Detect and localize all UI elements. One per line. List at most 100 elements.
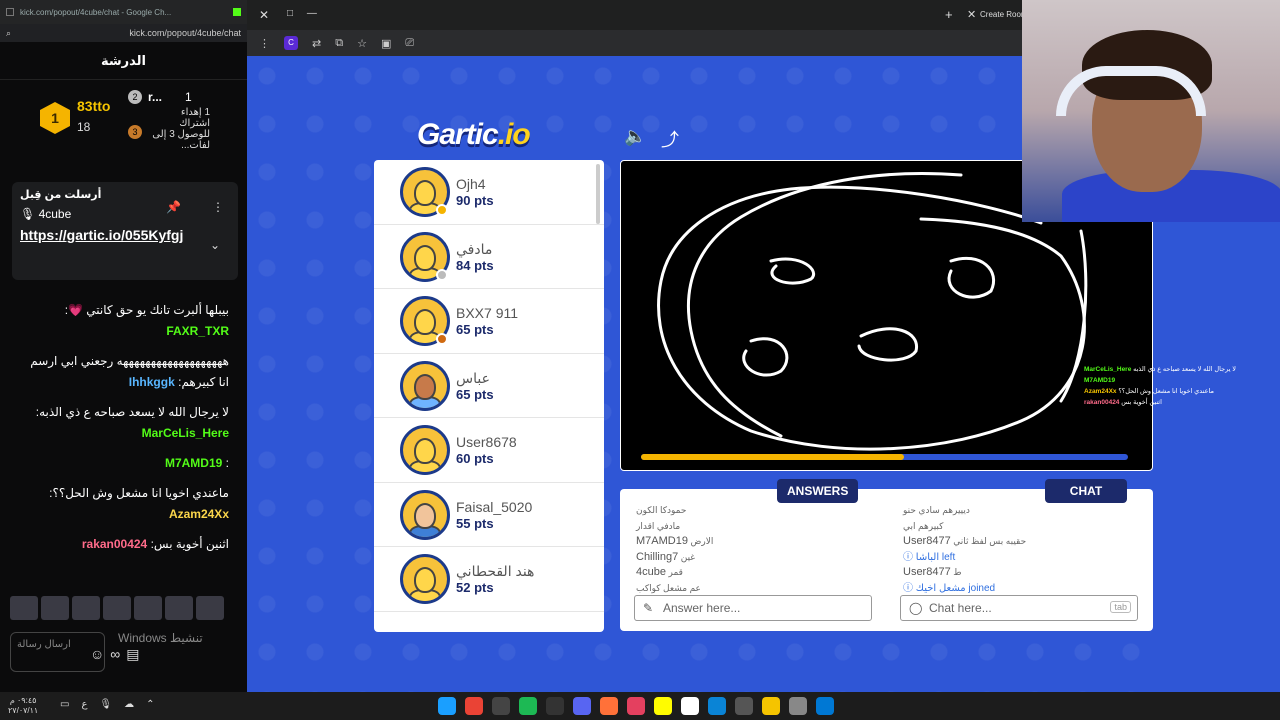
- chat-username[interactable]: M7AMD19: [165, 456, 222, 470]
- folder-icon[interactable]: [762, 697, 780, 715]
- pin-icon[interactable]: 📌: [166, 200, 181, 214]
- chat-username[interactable]: Ihhkggk: [129, 375, 175, 389]
- players-list: Ojh4 90 pts مادفي 84 pts BXX7 911 65 pts عباس 6…: [374, 160, 604, 632]
- bookmark-icon[interactable]: ☆: [357, 37, 367, 50]
- emoji-icon[interactable]: ☺: [90, 646, 104, 663]
- pinned-message: أرسلت من قِبل 🎙 4cube https://gartic.io/…: [12, 182, 238, 280]
- overlay-user: Azam24Xx: [1084, 388, 1117, 395]
- close-icon[interactable]: ✕: [259, 8, 269, 22]
- tab-chat[interactable]: CHAT: [1045, 479, 1127, 503]
- leader-second-name[interactable]: r...: [148, 90, 162, 104]
- avatar-face: [414, 502, 436, 529]
- player-row[interactable]: هند القحطاني 52 pts: [374, 547, 604, 612]
- gold-medal-icon: 1: [40, 102, 70, 134]
- tab-answers[interactable]: ANSWERS: [777, 479, 859, 503]
- chat-input[interactable]: ◯ Chat here... tab: [900, 595, 1138, 621]
- chat-placeholder: Chat here...: [929, 601, 992, 615]
- more-icon[interactable]: ⋮: [212, 200, 224, 214]
- kick-address-bar[interactable]: ⌕ kick.com/popout/4cube/chat: [0, 24, 247, 42]
- stream-chat-overlay: MarCeLis_Here لا يرجال الله لا يسعد صباح…: [1084, 364, 1236, 408]
- snapchat-icon[interactable]: [654, 697, 672, 715]
- answer-input[interactable]: ✎ Answer here...: [634, 595, 872, 621]
- customize-icon[interactable]: ⇄: [312, 37, 321, 50]
- obs-icon[interactable]: [492, 697, 510, 715]
- answer-placeholder: Answer here...: [663, 601, 741, 615]
- kick-favicon-icon: [233, 8, 241, 16]
- mic-icon[interactable]: 🎙: [99, 699, 112, 710]
- chat-username[interactable]: MarCeLis_Here: [142, 426, 229, 440]
- overlay-line: MarCeLis_Here لا يرجال الله لا يسعد صباح…: [1084, 364, 1236, 375]
- screenshot-icon[interactable]: ⎚: [405, 37, 414, 50]
- tab-create-room[interactable]: Create Room: [980, 10, 1028, 19]
- chat-line: User8477 حقيبه بس لفظ ثاني: [903, 534, 1133, 550]
- window-controls[interactable]: □ —: [287, 8, 317, 19]
- menu-icon[interactable]: ⋮: [259, 37, 270, 50]
- avatar-face: [414, 567, 436, 593]
- kick-message-list: بيبلها ألبرت تانك يو حق كانتي 💗: FAXR_TX…: [0, 300, 247, 564]
- window-minimize-icon[interactable]: [6, 8, 14, 16]
- avatar-face: [414, 373, 436, 400]
- pinned-link[interactable]: https://gartic.io/055Kyfgj: [20, 225, 195, 245]
- player-status-dot: [436, 333, 448, 345]
- player-points: 52 pts: [456, 580, 494, 595]
- player-row[interactable]: User8678 60 pts: [374, 418, 604, 483]
- player-row[interactable]: Faisal_5020 55 pts: [374, 483, 604, 547]
- taskbar-clock[interactable]: ٠٩:٤٥ م ٢٧/٠٧/١١: [8, 696, 38, 716]
- instagram-icon[interactable]: [627, 697, 645, 715]
- clapper-icon[interactable]: [735, 697, 753, 715]
- capcut-icon[interactable]: [546, 697, 564, 715]
- share-icon[interactable]: ⤴: [661, 126, 679, 152]
- answers-text: غين: [680, 551, 695, 562]
- player-row[interactable]: BXX7 911 65 pts: [374, 289, 604, 354]
- windows-icon[interactable]: [816, 697, 834, 715]
- language-icon[interactable]: ع: [81, 699, 87, 710]
- new-tab-icon[interactable]: +: [945, 7, 953, 22]
- chat-line: ديييرهم سادي حنو: [903, 503, 1133, 519]
- player-name: عباس: [456, 369, 490, 386]
- edge-icon[interactable]: [708, 697, 726, 715]
- emote-bar[interactable]: [10, 596, 224, 620]
- player-row[interactable]: مادفي 84 pts: [374, 225, 604, 289]
- leader-third-rank: 3: [128, 125, 142, 139]
- player-points: 65 pts: [456, 386, 494, 402]
- open-tab-icon[interactable]: ⧉: [335, 37, 343, 50]
- avatar-face: [414, 180, 436, 206]
- notification-icon[interactable]: ▭: [60, 699, 69, 710]
- tab-close-icon[interactable]: ✕: [967, 8, 976, 21]
- timer-fill: [641, 454, 904, 460]
- leader-first-name[interactable]: 83tto: [77, 98, 110, 114]
- player-name: هند القحطاني: [456, 563, 535, 579]
- spotify-icon[interactable]: [519, 697, 537, 715]
- extension-c-icon[interactable]: C: [284, 36, 298, 50]
- chat-username[interactable]: Azam24Xx: [169, 507, 229, 521]
- chevron-up-icon[interactable]: ⌃: [146, 699, 154, 710]
- player-row[interactable]: عباس 65 pts: [374, 354, 604, 418]
- answers-line: مادفي اقدار: [636, 519, 866, 535]
- answers-line: 4cube قمر: [636, 565, 866, 581]
- chrome-icon[interactable]: [465, 697, 483, 715]
- chat-username[interactable]: rakan00424: [82, 537, 147, 551]
- chat-username[interactable]: FAXR_TXR: [166, 324, 229, 338]
- files-icon[interactable]: [789, 697, 807, 715]
- network-icon[interactable]: ☁: [124, 699, 134, 710]
- chat-message: اثنين أخوية بس: rakan00424: [18, 534, 229, 555]
- chat-message: هههههههههههههههههههه رجعني ابي ارسم انا …: [18, 351, 229, 393]
- player-row[interactable]: Ojh4 90 pts: [374, 160, 604, 225]
- answers-text: عم مشعل كواكب: [636, 582, 701, 593]
- sound-icon[interactable]: 🔈: [624, 126, 646, 147]
- chevron-down-icon[interactable]: ⌄: [210, 238, 220, 252]
- kick-chat-window: kick.com/popout/4cube/chat - Google Ch..…: [0, 0, 247, 692]
- extensions-icon[interactable]: ▣: [381, 37, 391, 50]
- store-icon[interactable]: ▤: [126, 646, 139, 663]
- kick-titlebar: kick.com/popout/4cube/chat - Google Ch..…: [0, 0, 247, 24]
- discord-icon[interactable]: [573, 697, 591, 715]
- gift-leaderboard: 1 83tto 18 2 r... 1 3 1 إهداء اشتراك للو…: [0, 80, 247, 160]
- overlay-line: rakan00424 اثنين أخوية بس: [1084, 397, 1236, 408]
- infinity-icon[interactable]: ∞: [110, 646, 120, 663]
- avatar-face: [414, 244, 436, 271]
- overlay-line: Azam24Xx ماعندي اخويا انا مشعل وش الحل؟؟: [1084, 386, 1236, 397]
- overlay-text: لا يرجال الله لا يسعد صباحه ع ذي الذبه: [1133, 366, 1237, 373]
- steam-icon[interactable]: [438, 697, 456, 715]
- whatsapp-icon[interactable]: [681, 697, 699, 715]
- firefox-icon[interactable]: [600, 697, 618, 715]
